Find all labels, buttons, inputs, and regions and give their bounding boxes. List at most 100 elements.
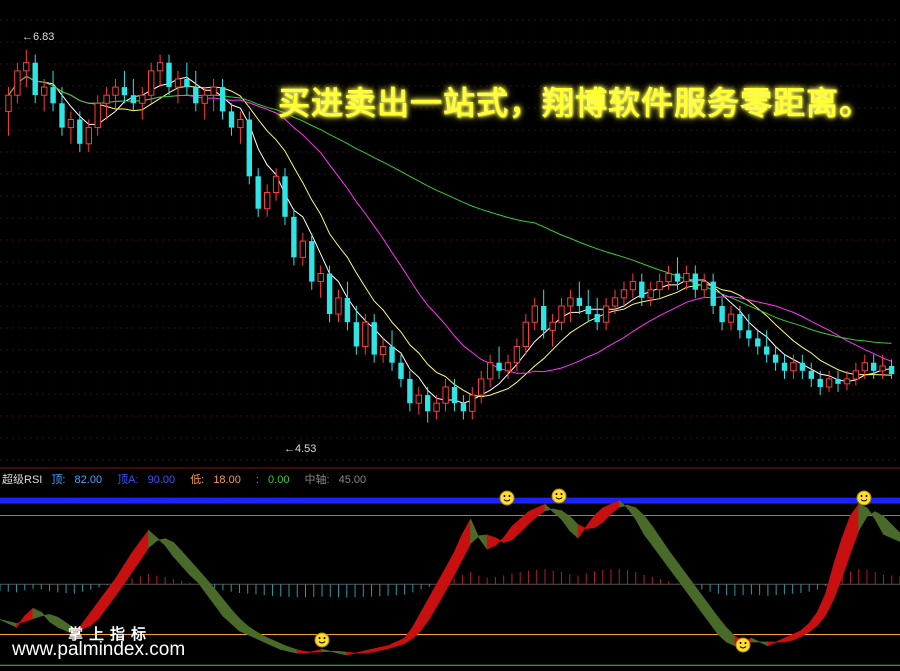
candle-body (549, 321, 556, 331)
smiley-eye (865, 495, 868, 497)
candle-body (602, 305, 610, 323)
candle-body (59, 103, 65, 128)
candle-body (558, 305, 565, 323)
candle-body (790, 362, 797, 372)
candle-body (469, 394, 476, 412)
candle-body (14, 70, 21, 96)
candle-body (237, 119, 244, 129)
candle-body (264, 192, 271, 210)
candle-body (674, 273, 681, 282)
candle-body (103, 94, 110, 104)
candle-body (371, 322, 377, 355)
candle-body (94, 102, 101, 129)
candle-body (246, 119, 252, 177)
candle-body (808, 370, 814, 379)
candle-body (335, 297, 342, 315)
candle-body (522, 321, 529, 348)
candle-body (825, 378, 833, 388)
candle-body (32, 62, 38, 96)
candle-body (201, 94, 208, 104)
candle-body (23, 62, 30, 72)
candle-body (398, 362, 404, 379)
candle-body (379, 346, 387, 356)
candle-body (219, 87, 226, 112)
smiley-icon (735, 637, 751, 653)
smiley-face (856, 490, 872, 506)
candle-body (478, 378, 485, 396)
candle-body (415, 394, 423, 404)
candle-body (166, 62, 172, 87)
candle-body (41, 86, 48, 96)
candle-body (353, 322, 360, 347)
candle-body (148, 70, 155, 96)
candle-body (799, 362, 806, 371)
smiley-face (314, 632, 330, 648)
smiley-eye (860, 495, 863, 497)
candle-body (425, 395, 431, 412)
candle-body (344, 297, 351, 323)
candle-body (639, 281, 645, 298)
candle-body (5, 94, 12, 112)
smiley-eye (323, 637, 326, 639)
candle-body (737, 314, 743, 331)
candle-body (576, 297, 583, 306)
candle-body (228, 111, 235, 128)
candle-body (647, 289, 654, 299)
candle-body (656, 281, 663, 291)
candle-body (326, 273, 333, 314)
candle-body (121, 87, 128, 96)
candle-body (309, 241, 315, 282)
candle-body (67, 119, 75, 129)
candle-body (50, 87, 56, 104)
candle-body (594, 314, 600, 323)
candle-body (317, 273, 324, 283)
smiley-icon (856, 490, 872, 506)
smiley-eye (503, 495, 506, 497)
candle-body (843, 378, 851, 385)
candle-body (692, 273, 698, 290)
candle-body (719, 306, 725, 323)
candle-body (665, 273, 672, 283)
candle-body (888, 366, 895, 375)
candle-body (460, 403, 467, 412)
smiley-icon (551, 488, 567, 504)
candle-body (156, 62, 164, 72)
candle-body (282, 176, 288, 217)
smiley-eye (318, 637, 321, 639)
candle-body (746, 330, 752, 339)
stock-chart (0, 0, 900, 671)
smiley-eye (560, 493, 563, 495)
candle-body (130, 95, 137, 104)
candle-body (299, 240, 307, 258)
smiley-face (499, 490, 515, 506)
candle-body (112, 86, 119, 96)
candle-body (861, 362, 868, 372)
candle-body (513, 346, 521, 364)
candle-body (701, 281, 708, 291)
candle-body (871, 362, 877, 371)
candle-body (487, 362, 494, 380)
candle-body (255, 176, 261, 209)
candle-body (727, 313, 735, 323)
candle-body (772, 354, 779, 363)
candle-body (879, 365, 886, 372)
candle-body (504, 362, 512, 372)
candle-body (755, 338, 761, 347)
candle-body (781, 362, 788, 371)
candle-body (764, 346, 770, 355)
smiley-eye (744, 642, 747, 644)
candle-body (291, 216, 297, 258)
candle-body (389, 346, 395, 363)
smiley-eye (508, 495, 511, 497)
smiley-eye (555, 493, 558, 495)
candle-body (611, 297, 619, 307)
candle-body (442, 386, 449, 404)
candle-body (541, 306, 547, 331)
candle-body (407, 378, 413, 404)
candle-body (174, 78, 182, 88)
candle-body (629, 281, 637, 291)
candle-body (710, 281, 716, 306)
candle-body (210, 86, 217, 96)
candle-body (496, 362, 502, 371)
candle-body (852, 370, 860, 380)
